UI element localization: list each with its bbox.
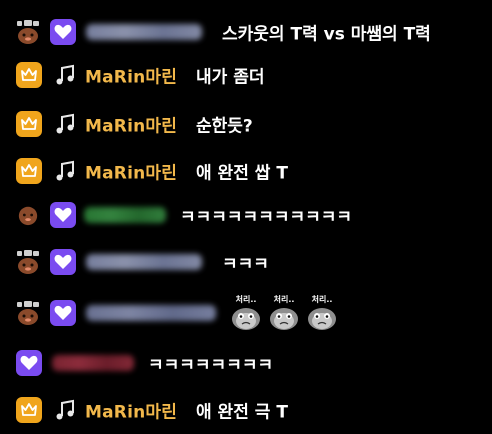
blurred-nickname[interactable]	[84, 207, 166, 223]
chat-message: 처리.. 처리.. 처리..	[0, 295, 492, 330]
sticker-label: 처리..	[236, 295, 257, 304]
crying-face-sticker: 처리..	[232, 295, 260, 330]
chat-message: 스카웃의 T력 vs 마쌤의 T력	[0, 15, 492, 49]
vip-badge[interactable]	[16, 158, 42, 184]
message-text: 애 완전 극 T	[196, 402, 288, 423]
crying-face-sticker: 처리..	[270, 295, 298, 330]
chat-message: MaRin마린 애 완전 쌉 T	[0, 154, 492, 188]
nickname[interactable]: MaRin마린	[85, 63, 177, 88]
message-text: 순한듯?	[196, 116, 253, 137]
crying-face-sticker: 처리..	[308, 295, 336, 330]
subscriber-badge[interactable]	[50, 202, 76, 228]
blurred-nickname[interactable]	[86, 254, 202, 270]
crown-icon	[21, 117, 37, 130]
blurred-nickname[interactable]	[86, 24, 202, 40]
chat-message: MaRin마린 내가 좀더	[0, 58, 492, 92]
message-text: ㅋㅋㅋㅋㅋㅋㅋㅋㅋㅋㅋ	[180, 207, 353, 228]
message-text: 스카웃의 T력 vs 마쌤의 T력	[222, 24, 431, 45]
vip-badge[interactable]	[16, 397, 42, 423]
message-text: ㅋㅋㅋ	[222, 254, 269, 275]
crown-icon	[21, 164, 37, 177]
crown-icon	[21, 68, 37, 81]
heart-icon	[54, 305, 72, 320]
music-note-icon	[56, 160, 74, 181]
heart-icon	[54, 207, 72, 222]
heart-icon	[20, 355, 38, 370]
blurred-nickname[interactable]	[86, 305, 216, 321]
potato-face-icon	[18, 206, 38, 226]
message-text: 내가 좀더	[196, 67, 265, 88]
vip-badge[interactable]	[16, 111, 42, 137]
blurred-nickname[interactable]	[52, 355, 134, 371]
message-text: ㅋㅋㅋㅋㅋㅋㅋㅋ	[148, 355, 274, 376]
gamepad-face-icon	[17, 250, 39, 274]
heart-icon	[54, 254, 72, 269]
subscriber-badge[interactable]	[50, 300, 76, 326]
vip-badge[interactable]	[16, 62, 42, 88]
music-note-icon	[56, 113, 74, 134]
gamepad-face-icon	[17, 20, 39, 44]
message-text: 애 완전 쌉 T	[196, 163, 288, 184]
chat-log: 스카웃의 T력 vs 마쌤의 T력 MaRin마린 내가 좀더 MaRin마린	[0, 0, 492, 434]
nickname[interactable]: MaRin마린	[85, 398, 177, 423]
subscriber-badge[interactable]	[50, 249, 76, 275]
sticker-label: 처리..	[312, 295, 333, 304]
chat-message: ㅋㅋㅋㅋㅋㅋㅋㅋ	[0, 346, 492, 380]
nickname[interactable]: MaRin마린	[85, 159, 177, 184]
subscriber-badge[interactable]	[16, 350, 42, 376]
chat-message: MaRin마린 순한듯?	[0, 107, 492, 141]
music-note-icon	[56, 399, 74, 420]
crown-icon	[21, 403, 37, 416]
nickname[interactable]: MaRin마린	[85, 112, 177, 137]
chat-message: MaRin마린 애 완전 극 T	[0, 393, 492, 427]
chat-message: ㅋㅋㅋㅋㅋㅋㅋㅋㅋㅋㅋ	[0, 198, 492, 232]
subscriber-badge[interactable]	[50, 19, 76, 45]
sticker-label: 처리..	[274, 295, 295, 304]
gamepad-face-icon	[17, 301, 39, 325]
heart-icon	[54, 24, 72, 39]
chat-message: ㅋㅋㅋ	[0, 245, 492, 279]
music-note-icon	[56, 64, 74, 85]
